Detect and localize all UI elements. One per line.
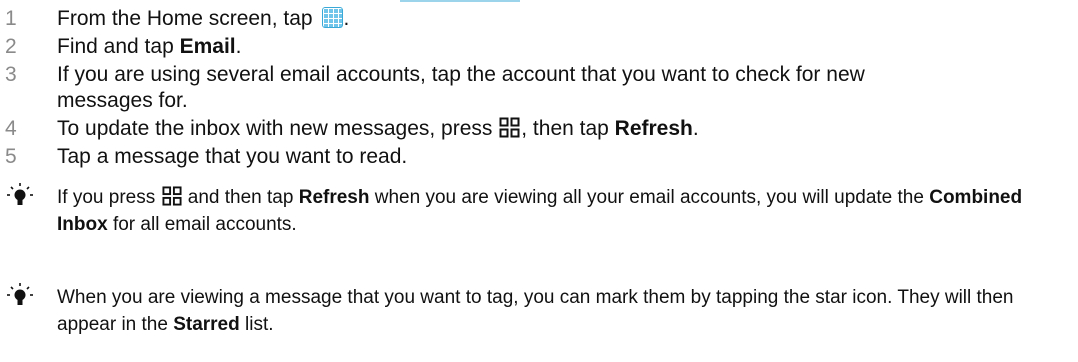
step-4: 4 To update the inbox with new messages,… <box>0 116 1017 142</box>
tip-text: When you are viewing a message that you … <box>57 287 1014 335</box>
step-text: From the Home screen, tap . <box>57 7 350 30</box>
step-text: If you are using several email accounts,… <box>57 63 865 112</box>
lightbulb-icon <box>0 183 57 238</box>
step-number: 4 <box>5 117 17 140</box>
step-number: 3 <box>5 63 17 86</box>
lightbulb-icon <box>0 283 57 338</box>
step-text: Tap a message that you want to read. <box>57 145 408 168</box>
step-5: 5 Tap a message that you want to read. <box>0 144 1017 170</box>
step-text: Find and tap Email. <box>57 35 242 58</box>
step-2: 2 Find and tap Email. <box>0 34 1017 60</box>
menu-icon <box>161 186 182 206</box>
step-number: 2 <box>5 35 17 58</box>
tip-1: If you press and then tap Refresh when y… <box>0 183 1042 238</box>
instructions-page: 1 From the Home screen, tap . 2 Find and… <box>0 0 1078 362</box>
tip-text: If you press and then tap Refresh when y… <box>57 186 1023 235</box>
step-text: To update the inbox with new messages, p… <box>57 117 699 140</box>
menu-icon <box>499 117 520 138</box>
heading-underline-fragment <box>400 0 520 2</box>
step-number: 5 <box>5 145 17 168</box>
step-3: 3 If you are using several email account… <box>0 62 887 114</box>
tip-2: When you are viewing a message that you … <box>0 283 1042 338</box>
step-number: 1 <box>5 7 17 30</box>
step-1: 1 From the Home screen, tap . <box>0 6 1017 32</box>
apps-grid-icon <box>322 7 344 28</box>
